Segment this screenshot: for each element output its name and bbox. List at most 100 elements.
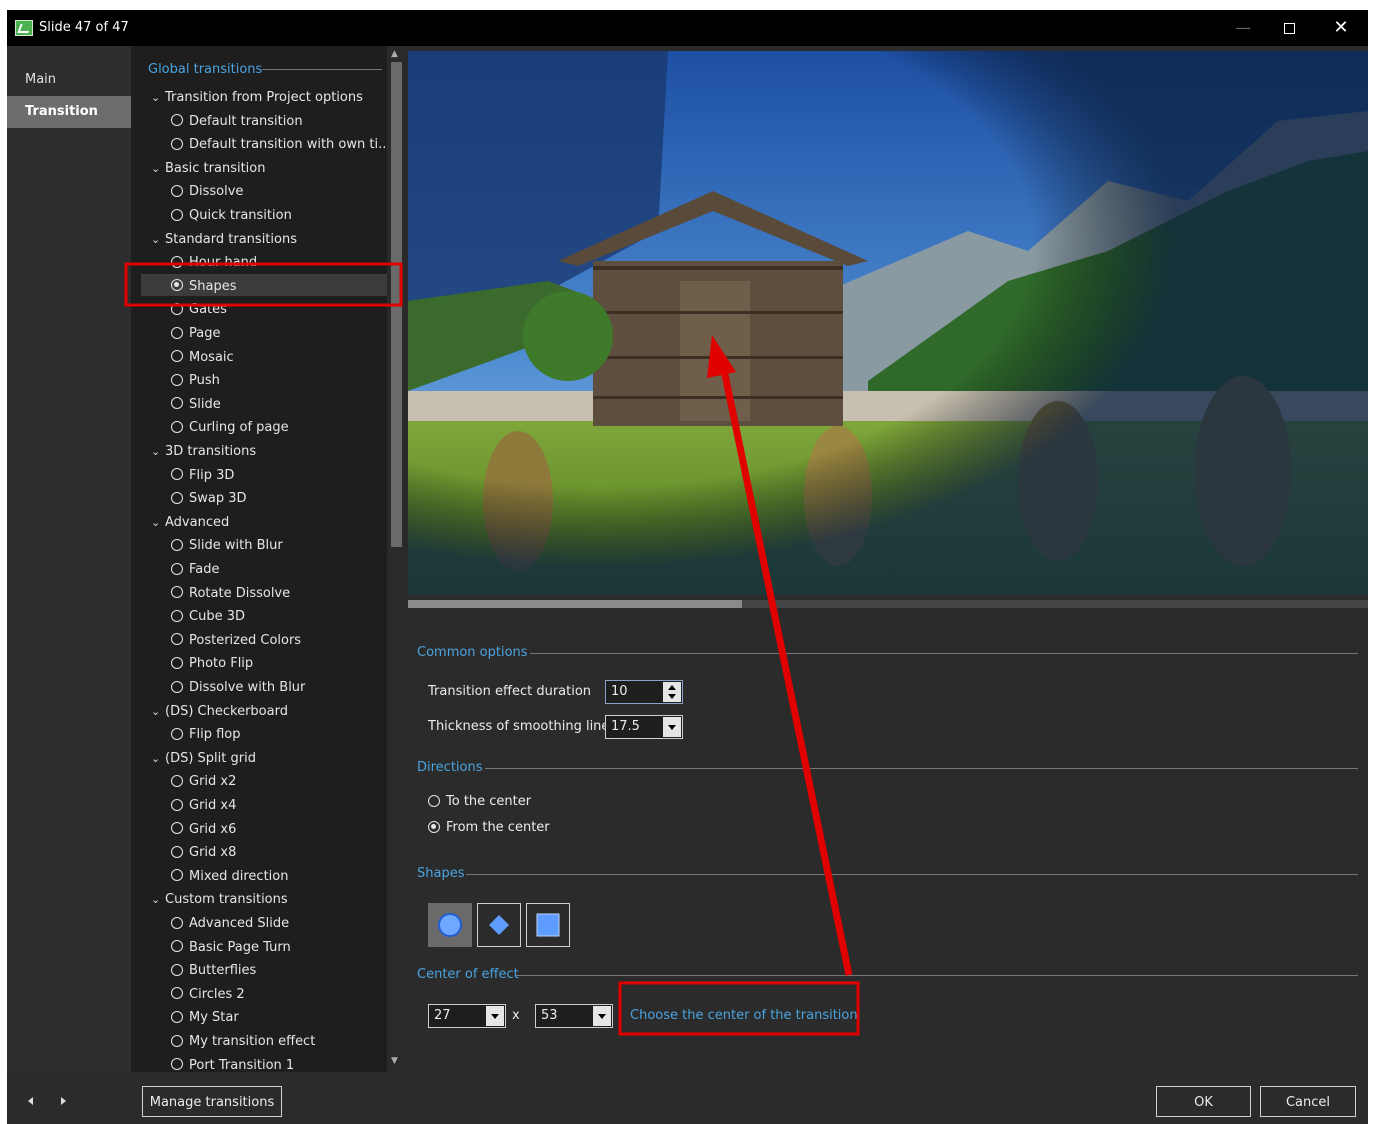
radio-icon <box>171 609 183 622</box>
tree-item[interactable]: Dissolve with Blur <box>171 677 305 699</box>
radio-icon <box>171 420 183 433</box>
tree-item[interactable]: Circles 2 <box>171 984 245 1006</box>
chevron-down-icon[interactable] <box>486 1006 504 1026</box>
tree-item[interactable]: Posterized Colors <box>171 630 301 652</box>
tree-row-label: Grid x6 <box>189 821 237 837</box>
transition-tree: Global transitions ⌄ Transition from Proj… <box>131 46 387 1072</box>
scroll-thumb[interactable] <box>391 62 402 547</box>
maximize-button[interactable] <box>1266 10 1312 46</box>
scroll-down-icon[interactable]: ▼ <box>391 1056 398 1066</box>
chevron-down-icon[interactable]: ⌄ <box>151 441 165 463</box>
tree-item[interactable]: Advanced Slide <box>171 913 289 935</box>
preview-seek-bar[interactable] <box>408 600 1368 608</box>
tree-item[interactable]: Default transition <box>171 111 303 133</box>
tree-group[interactable]: ⌄ Basic transition <box>151 158 265 180</box>
tree-item[interactable]: Default transition with own ti... <box>171 134 387 156</box>
tree-item[interactable]: Gates <box>171 299 227 321</box>
tree-group[interactable]: ⌄ (DS) Split grid <box>151 748 256 770</box>
radio-icon <box>171 302 183 315</box>
tree-item[interactable]: Slide with Blur <box>171 535 283 557</box>
cancel-button[interactable]: Cancel <box>1260 1086 1356 1117</box>
radio-to-center[interactable]: To the center <box>428 794 531 809</box>
shape-square-button[interactable] <box>526 903 570 947</box>
chevron-down-icon[interactable]: ⌄ <box>151 512 165 534</box>
tree-item[interactable]: Mosaic <box>171 347 234 369</box>
tree-item[interactable]: Rotate Dissolve <box>171 583 290 605</box>
next-slide-icon[interactable] <box>61 1097 66 1105</box>
tree-item[interactable]: Flip 3D <box>171 465 234 487</box>
tree-item[interactable]: My transition effect <box>171 1031 315 1053</box>
chevron-down-icon[interactable]: ⌄ <box>151 87 165 109</box>
square-icon <box>536 913 560 937</box>
tree-item[interactable]: Flip flop <box>171 724 240 746</box>
shape-circle-button[interactable] <box>428 903 472 947</box>
tree-group[interactable]: ⌄ Standard transitions <box>151 229 297 251</box>
ok-button[interactable]: OK <box>1156 1086 1251 1117</box>
close-button[interactable]: ✕ <box>1318 10 1364 46</box>
tree-row-label: Basic Page Turn <box>189 939 291 955</box>
tree-row-label: My transition effect <box>189 1034 316 1049</box>
tree-item[interactable]: Photo Flip <box>171 653 253 675</box>
chevron-down-icon[interactable]: ⌄ <box>151 229 165 251</box>
tree-item[interactable]: Page <box>171 323 220 345</box>
scroll-up-icon[interactable]: ▲ <box>391 49 398 59</box>
tree-item[interactable]: Shapes <box>171 276 236 298</box>
preview-image <box>408 51 1368 595</box>
tree-item[interactable]: Dissolve <box>171 181 243 203</box>
tree-group[interactable]: ⌄ (DS) Checkerboard <box>151 701 288 723</box>
chevron-down-icon[interactable]: ⌄ <box>151 748 165 770</box>
choose-center-link[interactable]: Choose the center of the transition <box>630 1008 858 1023</box>
chevron-down-icon[interactable]: ⌄ <box>151 889 165 911</box>
previous-slide-icon[interactable] <box>28 1097 33 1105</box>
center-y-combo[interactable]: 53 <box>535 1004 613 1028</box>
tree-item[interactable]: Grid x2 <box>171 771 236 793</box>
nav-item-transition[interactable]: Transition <box>7 96 131 128</box>
nav-item-main[interactable]: Main <box>7 64 131 96</box>
tree-row-label: Grid x2 <box>189 774 237 790</box>
minimize-button[interactable]: — <box>1220 10 1266 46</box>
tree-group[interactable]: ⌄ Advanced <box>151 512 229 534</box>
tree-row-label: Page <box>189 326 221 341</box>
tree-row-label: Shapes <box>189 278 237 294</box>
thickness-label: Thickness of smoothing line <box>428 719 610 734</box>
shape-diamond-button[interactable] <box>477 903 521 947</box>
tree-item[interactable]: Hour hand <box>171 252 257 274</box>
tree-item[interactable]: Grid x8 <box>171 842 236 864</box>
tree-item[interactable]: Butterflies <box>171 960 256 982</box>
tree-item[interactable]: Basic Page Turn <box>171 937 291 959</box>
tree-item[interactable]: Slide <box>171 394 221 416</box>
tree-item[interactable]: Curling of page <box>171 417 289 439</box>
radio-icon <box>171 208 183 221</box>
chevron-down-icon[interactable]: ⌄ <box>151 158 165 180</box>
tree-item[interactable]: Mixed direction <box>171 866 288 888</box>
diamond-icon <box>489 915 509 935</box>
radio-icon <box>171 491 183 504</box>
manage-transitions-button[interactable]: Manage transitions <box>142 1086 282 1117</box>
tree-group[interactable]: ⌄ Transition from Project options <box>151 87 363 109</box>
spin-updown-icon[interactable] <box>663 682 681 702</box>
tree-item[interactable]: Grid x6 <box>171 819 236 841</box>
center-x-combo[interactable]: 27 <box>428 1004 506 1028</box>
tree-item[interactable]: Swap 3D <box>171 488 247 510</box>
tree-item[interactable]: Fade <box>171 559 220 581</box>
tree-item[interactable]: Quick transition <box>171 205 292 227</box>
tree-item[interactable]: Grid x4 <box>171 795 236 817</box>
thickness-combo[interactable]: 17.5 <box>605 715 683 739</box>
chevron-down-icon[interactable]: ⌄ <box>151 701 165 723</box>
tree-scrollbar[interactable]: ▲ ▼ <box>387 46 408 1072</box>
radio-from-center[interactable]: From the center <box>428 820 550 835</box>
chevron-down-icon[interactable] <box>593 1006 611 1026</box>
tree-item[interactable]: Push <box>171 370 220 392</box>
tree-group[interactable]: ⌄ 3D transitions <box>151 441 256 463</box>
duration-spinner[interactable]: 10 <box>605 680 683 704</box>
chevron-down-icon[interactable] <box>663 717 681 737</box>
radio-icon <box>171 184 183 197</box>
radio-icon <box>171 869 183 882</box>
tree-group[interactable]: ⌄ Custom transitions <box>151 889 288 911</box>
slide-preview[interactable] <box>408 51 1368 595</box>
radio-icon <box>171 255 183 268</box>
tree-item[interactable]: Cube 3D <box>171 606 245 628</box>
tree-item[interactable]: Port Transition 1 <box>171 1055 294 1072</box>
circle-icon <box>438 913 462 937</box>
tree-item[interactable]: My Star <box>171 1007 239 1029</box>
